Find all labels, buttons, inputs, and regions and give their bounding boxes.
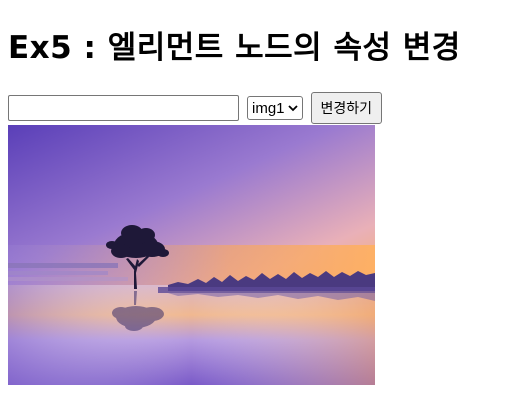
chevron-down-icon <box>287 105 298 112</box>
change-button[interactable]: 변경하기 <box>310 92 383 124</box>
page-title: Ex5 : 엘리먼트 노드의 속성 변경 <box>8 30 461 66</box>
controls-row: img1 변경하기 <box>8 92 383 124</box>
image-select[interactable]: img1 <box>247 96 303 120</box>
text-input[interactable] <box>8 95 239 121</box>
landscape-image <box>8 125 375 385</box>
image-select-value: img1 <box>252 99 285 117</box>
